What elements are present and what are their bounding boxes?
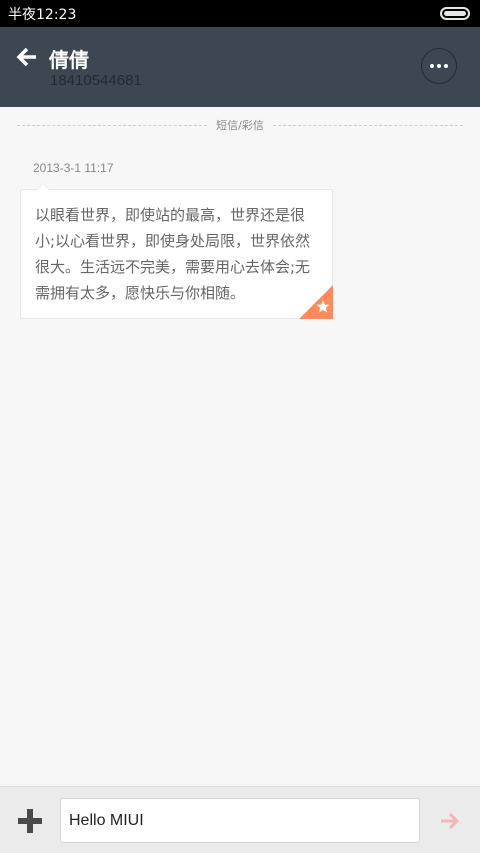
contact-number: 18410544681 bbox=[50, 72, 142, 89]
channel-label: 短信/彩信 bbox=[216, 119, 264, 132]
battery-full-icon bbox=[440, 7, 470, 20]
status-bar: 半夜12:23 bbox=[0, 0, 480, 27]
channel-divider: 短信/彩信 bbox=[17, 115, 463, 135]
back-button[interactable] bbox=[12, 41, 44, 73]
status-time: 半夜12:23 bbox=[8, 6, 77, 23]
star-icon bbox=[299, 285, 333, 319]
conversation-header: 倩倩 18410544681 bbox=[0, 27, 480, 107]
message-text: 以眼看世界，即使站的最高，世界还是很小;以心看世界，即使身处局限，世界依然很大。… bbox=[35, 206, 311, 302]
send-button[interactable] bbox=[432, 805, 468, 837]
composer-bar bbox=[0, 786, 480, 853]
add-attachment-button[interactable] bbox=[12, 805, 48, 837]
message-bubble[interactable]: 以眼看世界，即使站的最高，世界还是很小;以心看世界，即使身处局限，世界依然很大。… bbox=[20, 189, 333, 319]
message-input[interactable] bbox=[60, 798, 420, 843]
arrow-left-icon bbox=[16, 47, 36, 67]
message-timestamp: 2013-3-1 11:17 bbox=[33, 161, 114, 175]
plus-icon bbox=[18, 809, 42, 833]
more-dots-icon bbox=[430, 64, 448, 68]
contact-name: 倩倩 bbox=[49, 48, 89, 72]
arrow-right-icon bbox=[441, 812, 460, 830]
more-options-button[interactable] bbox=[421, 48, 457, 84]
